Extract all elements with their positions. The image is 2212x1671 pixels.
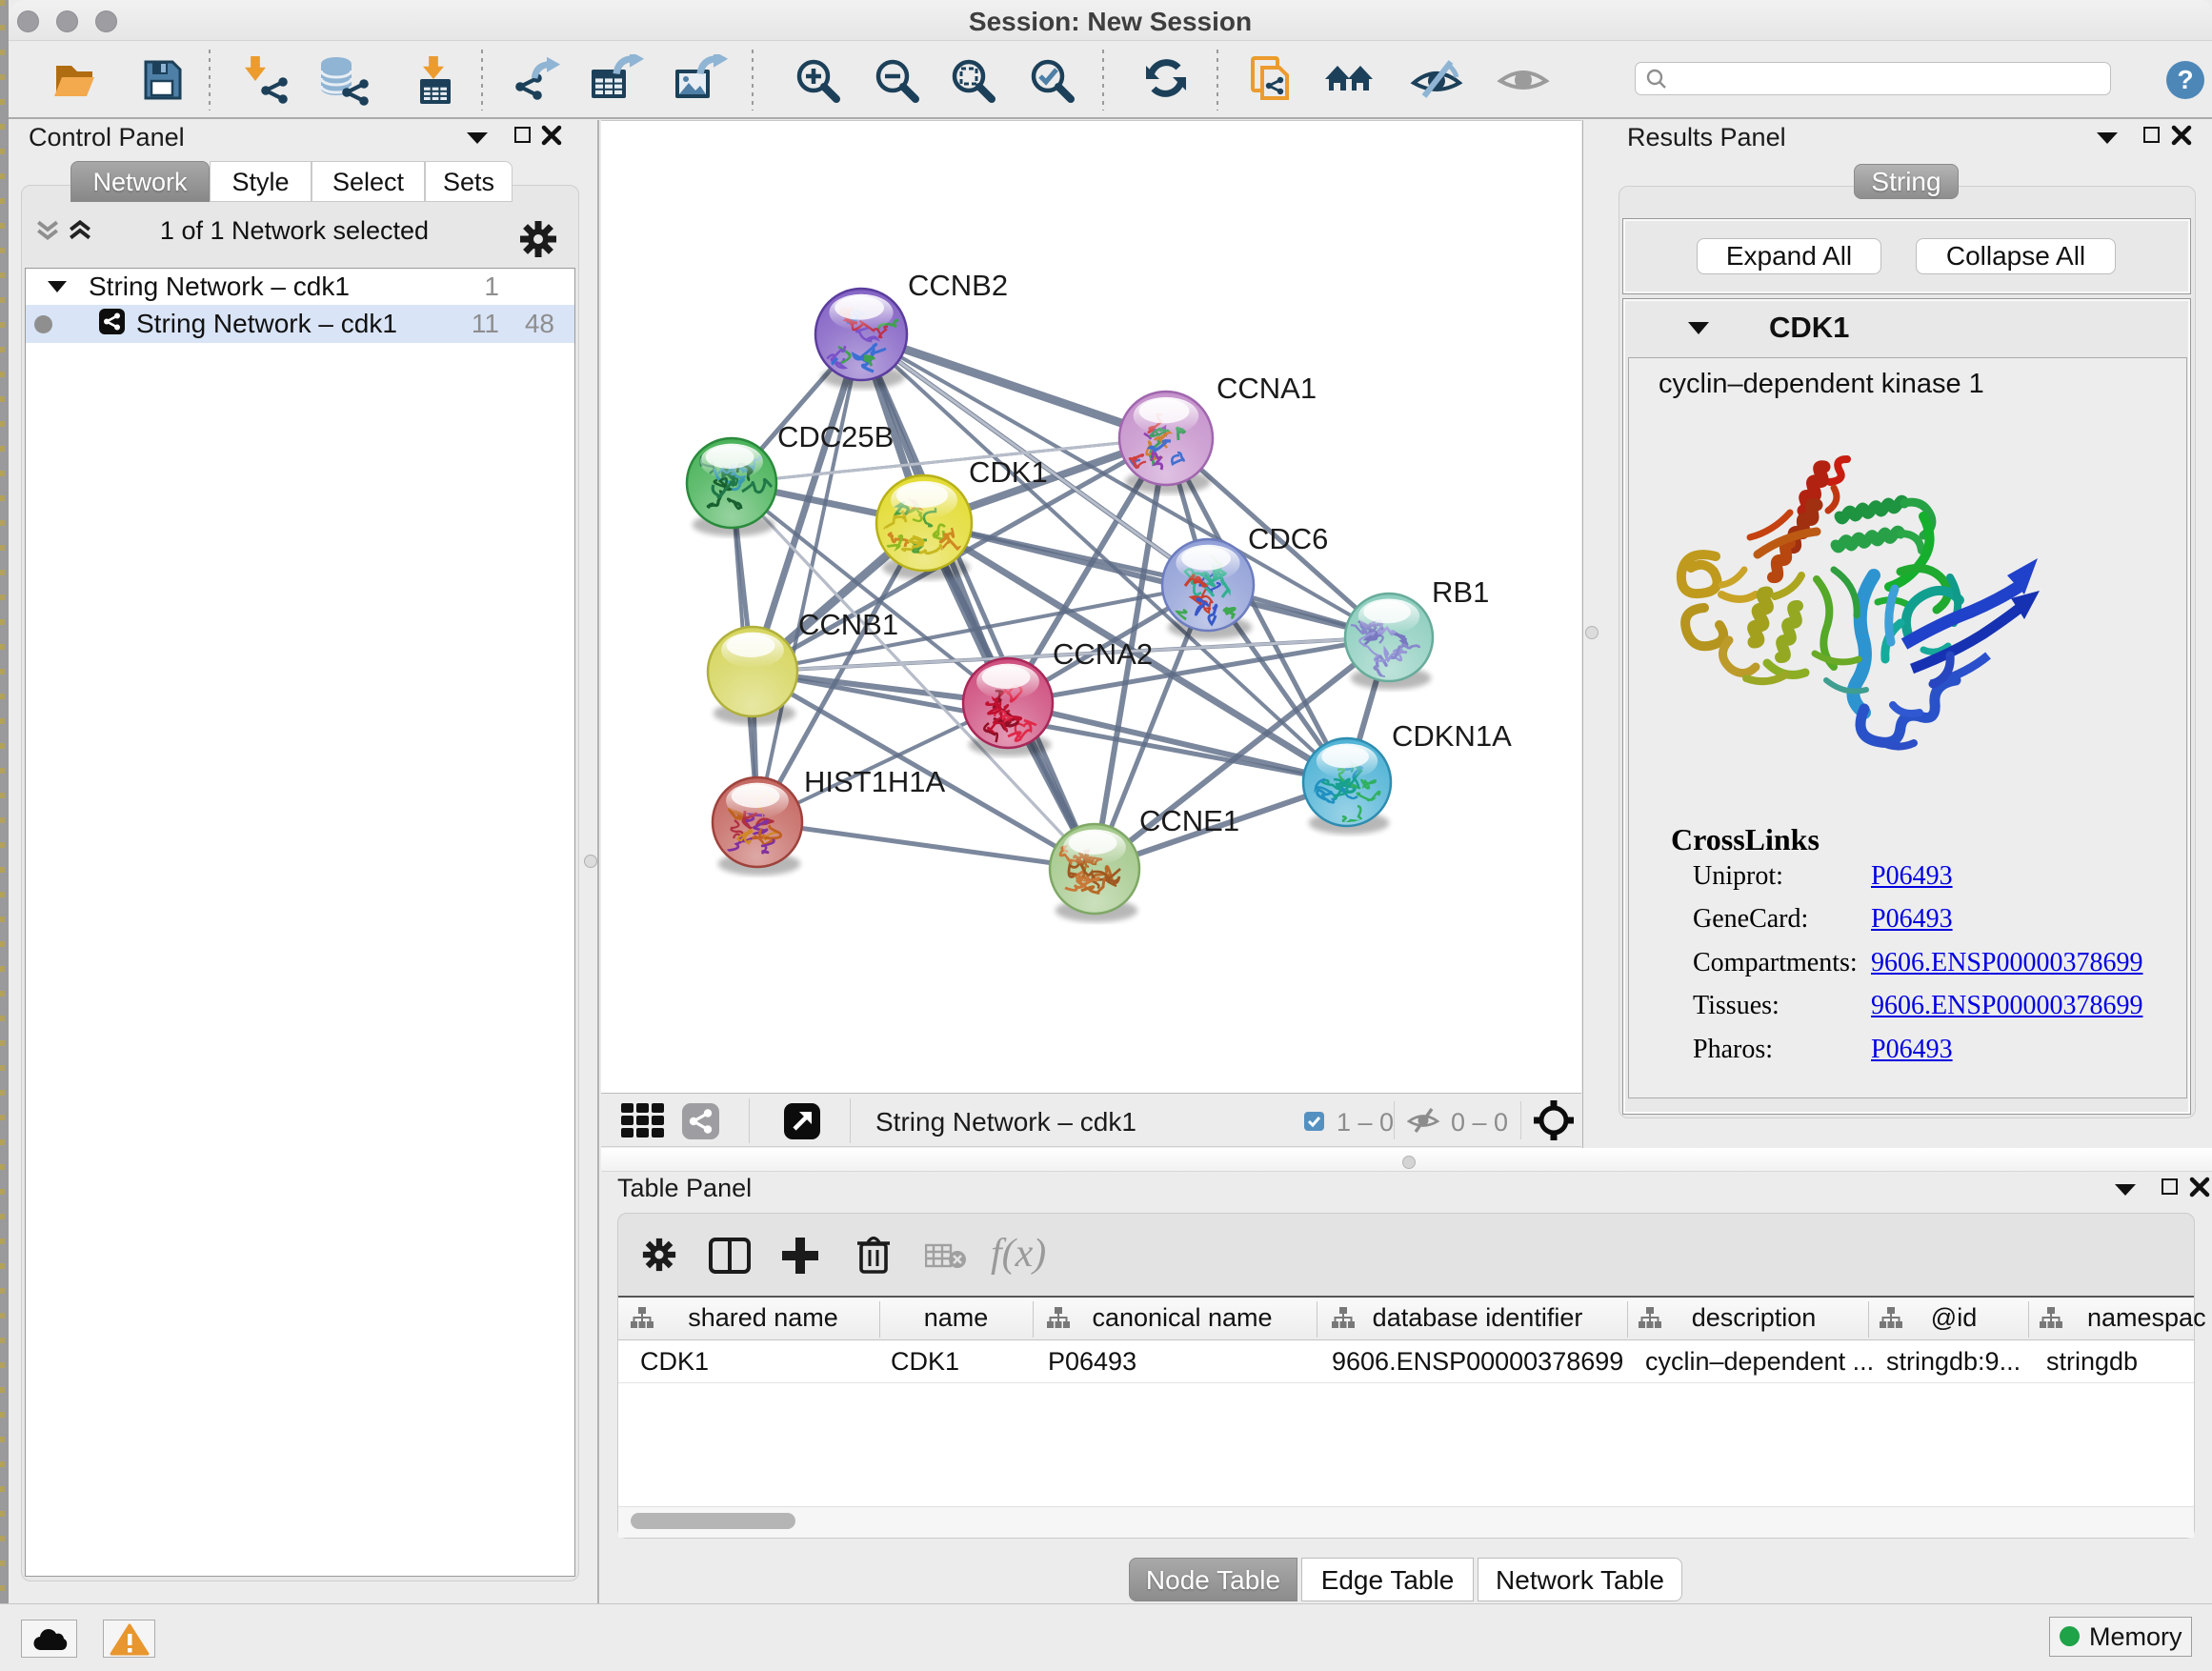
svg-text:CDK1: CDK1 [969,455,1048,489]
svg-text:CCNE1: CCNE1 [1139,804,1239,837]
svg-text:CDC6: CDC6 [1248,522,1328,555]
svg-text:CDC25B: CDC25B [777,420,894,453]
svg-text:RB1: RB1 [1432,575,1489,609]
svg-text:CCNA1: CCNA1 [1217,372,1317,405]
svg-text:CCNA2: CCNA2 [1053,637,1153,671]
svg-text:CDKN1A: CDKN1A [1392,719,1512,753]
svg-text:HIST1H1A: HIST1H1A [804,765,945,798]
svg-text:CCNB1: CCNB1 [798,608,898,641]
svg-text:CCNB2: CCNB2 [908,269,1008,302]
